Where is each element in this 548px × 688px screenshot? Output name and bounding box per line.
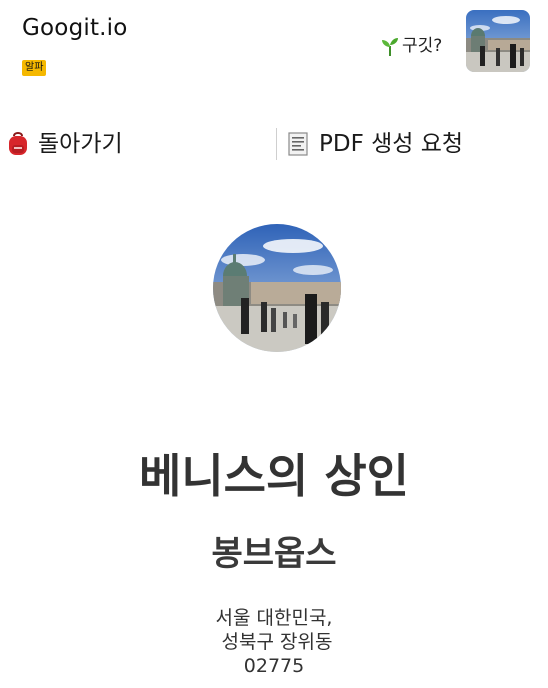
address-line: 서울 대한민국, [215,607,333,629]
receipt-icon [287,131,311,157]
venice-photo-small [466,10,530,72]
page: Googit.io 알파 구깃? 돌아가기 PDF 생성 요청 베니스의 상인 … [0,0,548,688]
pdf-label: PDF 생성 요청 [319,131,464,157]
brand-logo[interactable]: Googit.io [22,12,128,44]
back-button[interactable]: 돌아가기 [6,126,123,162]
profile-photo [213,224,341,352]
venice-photo-large [213,224,341,352]
back-label: 돌아가기 [38,131,123,157]
book-title: 베니스의 상인 [139,449,409,503]
user-avatar[interactable] [466,10,530,72]
address-line: 02775 [243,655,305,677]
author-name: 봉브옵스 [211,534,337,574]
sprout-icon [380,35,400,57]
help-link[interactable]: 구깃? [380,34,442,58]
pdf-request-button[interactable]: PDF 생성 요청 [287,126,463,162]
action-divider [276,128,277,160]
alpha-badge: 알파 [22,60,47,76]
backpack-icon [6,131,30,157]
help-label: 구깃? [402,36,443,56]
address: 서울 대한민국, 성북구 장위동 02775 [0,606,548,678]
address-line: 성북구 장위동 [215,631,333,653]
